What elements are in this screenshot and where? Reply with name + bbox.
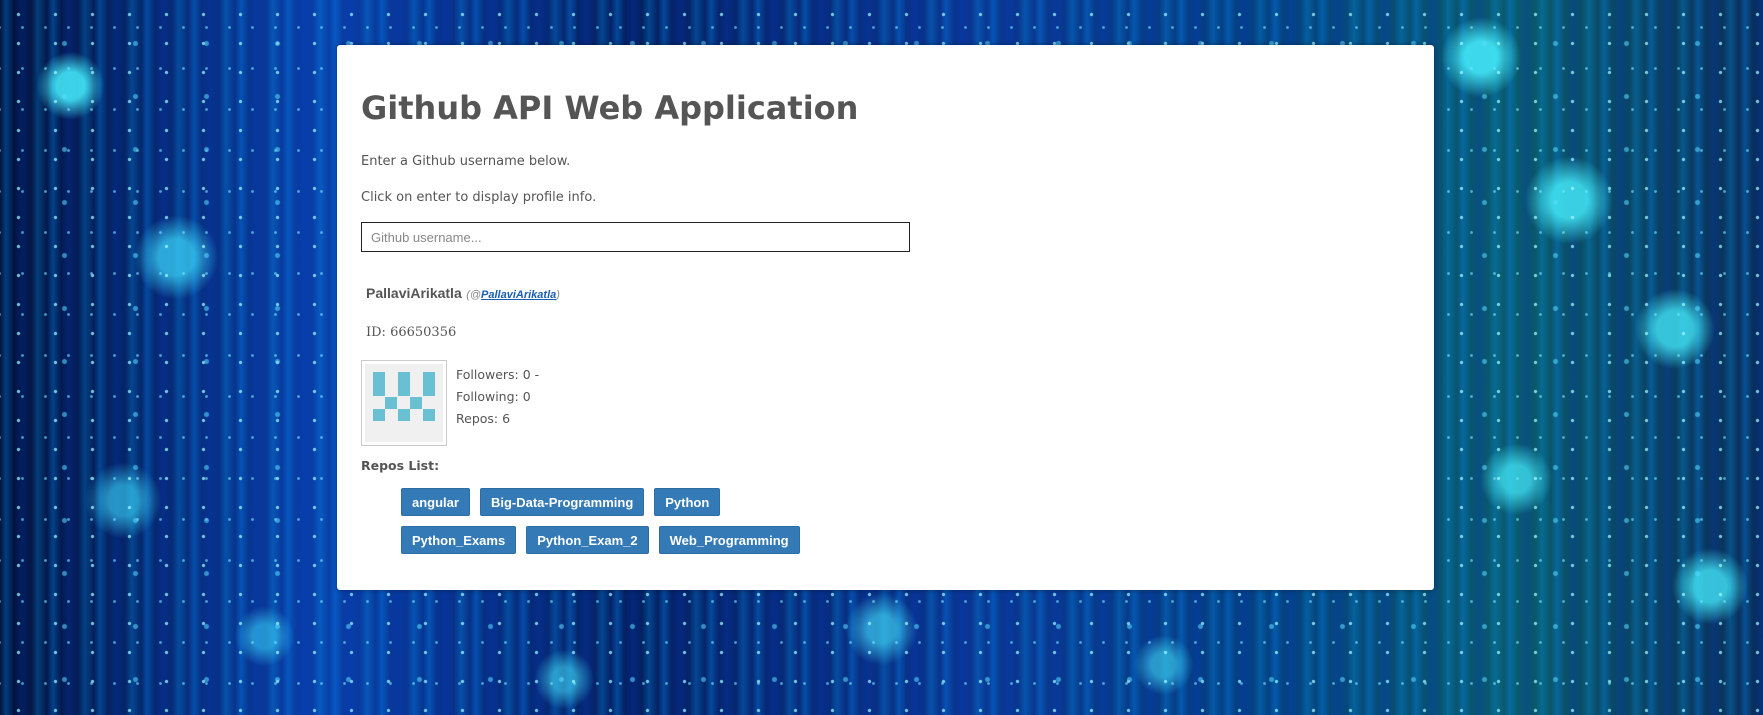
repo-button-big-data-programming[interactable]: Big-Data-Programming xyxy=(479,488,645,516)
profile-stats: Followers: 0 - Following: 0 Repos: 6 xyxy=(456,364,539,430)
profile-id: ID: 66650356 xyxy=(366,325,457,340)
instruction-text-1: Enter a Github username below. xyxy=(361,154,571,169)
repo-button-python[interactable]: Python xyxy=(654,488,721,516)
repo-button-angular[interactable]: angular xyxy=(401,488,470,516)
avatar xyxy=(361,360,447,446)
profile-login-link[interactable]: PallaviArikatla xyxy=(481,289,556,301)
repos-list-heading: Repos List: xyxy=(361,458,440,473)
instruction-text-2: Click on enter to display profile info. xyxy=(361,190,597,205)
repo-button-python-exam-2[interactable]: Python_Exam_2 xyxy=(526,526,649,554)
identicon-avatar-icon xyxy=(365,364,443,442)
handle-prefix: (@ xyxy=(466,289,482,301)
main-panel: Github API Web Application Enter a Githu… xyxy=(337,45,1434,590)
followers-count: Followers: 0 - xyxy=(456,367,540,382)
repo-button-python-exams[interactable]: Python_Exams xyxy=(401,526,517,554)
repo-button-web-programming[interactable]: Web_Programming xyxy=(658,526,800,554)
handle-suffix: ) xyxy=(556,289,560,301)
page-title: Github API Web Application xyxy=(361,89,859,127)
following-count: Following: 0 xyxy=(456,389,531,404)
repos-list: angular Big-Data-Programming Python Pyth… xyxy=(401,488,841,554)
profile-header: PallaviArikatla (@PallaviArikatla) xyxy=(366,285,560,303)
page-background: { "app": { "title": "Github API Web Appl… xyxy=(0,0,1763,715)
repos-count: Repos: 6 xyxy=(456,411,511,426)
profile-name: PallaviArikatla xyxy=(366,285,462,301)
username-search-input[interactable] xyxy=(361,222,910,252)
profile-handle: (@PallaviArikatla) xyxy=(466,289,560,301)
